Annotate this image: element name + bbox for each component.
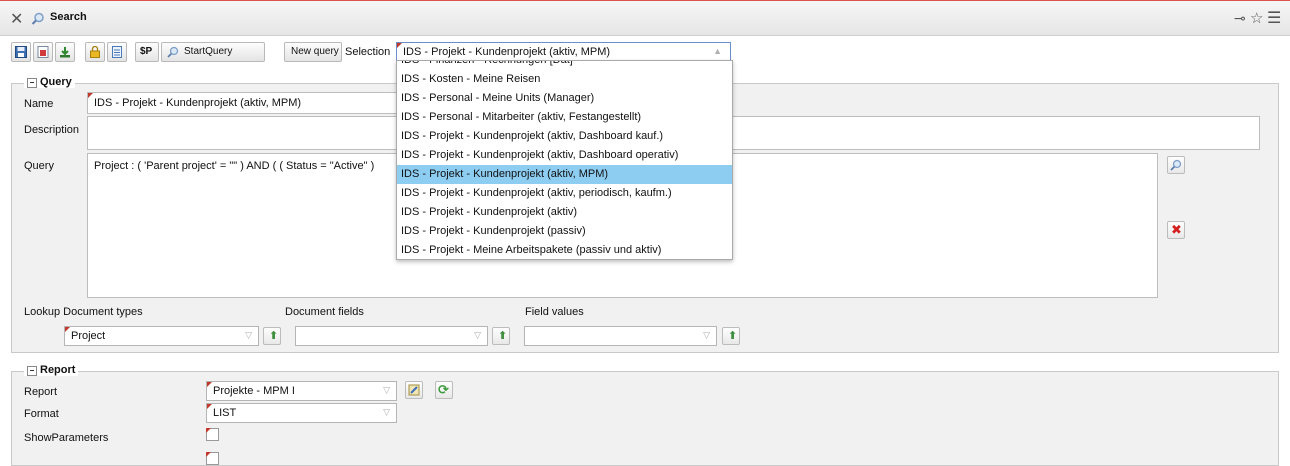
format-label: Format — [24, 408, 59, 420]
chevron-down-icon[interactable]: ▽ — [245, 330, 252, 341]
dropdown-item[interactable]: IDS - Projekt - Kundenprojekt (aktiv) — [397, 203, 732, 222]
arrow-up-icon: ⬆ — [269, 330, 279, 342]
next-checkbox[interactable] — [206, 452, 219, 465]
collapse-icon[interactable]: − — [27, 366, 37, 376]
field-values-combo[interactable]: ▽ — [524, 326, 717, 346]
chevron-down-icon[interactable]: ▽ — [383, 385, 390, 396]
dropdown-item[interactable]: IDS - Projekt - Kundenprojekt (aktiv, Da… — [397, 127, 732, 146]
query-legend[interactable]: − Query — [24, 76, 75, 88]
arrow-up-icon: ⬆ — [728, 330, 738, 342]
document-fields-combo[interactable]: ▽ — [295, 326, 488, 346]
report-panel — [11, 371, 1279, 466]
window-titlebar: ✕ Search ⊸ ☆ ☰ — [0, 1, 1290, 36]
dropdown-item[interactable]: IDS - Finanzen - Rechnungen [Dat] — [397, 61, 732, 70]
required-marker — [206, 452, 211, 457]
document-type-value: Project — [71, 330, 106, 342]
field-values-label: Field values — [525, 306, 584, 318]
close-icon: ✖ — [1171, 222, 1182, 237]
menu-icon[interactable]: ☰ — [1267, 8, 1281, 28]
selection-dropdown-list[interactable]: IDS - Finanzen - Rechnungen [Dat] IDS - K… — [396, 60, 733, 260]
report-label: Report — [24, 386, 58, 398]
search-icon — [167, 46, 179, 58]
name-value: IDS - Projekt - Kundenprojekt (aktiv, MP… — [94, 97, 302, 109]
document-icon — [112, 46, 122, 58]
format-value: LIST — [213, 407, 237, 419]
start-query-label: StartQuery — [184, 46, 233, 57]
format-combo[interactable]: LIST ▽ — [206, 403, 397, 423]
dropdown-item[interactable]: IDS - Projekt - Kundenprojekt (aktiv, pe… — [397, 184, 732, 203]
report-refresh-button[interactable]: ⟳ — [435, 381, 453, 399]
parameters-button[interactable]: $P — [135, 42, 159, 62]
chevron-up-icon[interactable]: ▲ — [713, 46, 722, 56]
parameters-label: $P — [140, 46, 153, 57]
chevron-down-icon[interactable]: ▽ — [474, 330, 481, 341]
delete-query-button[interactable] — [33, 42, 53, 62]
query-search-button[interactable] — [1167, 156, 1185, 174]
close-icon[interactable]: ✕ — [10, 9, 23, 29]
star-icon[interactable]: ☆ — [1250, 9, 1263, 27]
document-fields-label: Document fields — [285, 306, 364, 318]
selection-combo[interactable]: IDS - Projekt - Kundenprojekt (aktiv, MP… — [396, 42, 731, 62]
new-query-button[interactable]: New query — [284, 42, 342, 62]
dropdown-item[interactable]: IDS - Kosten - Meine Reisen — [397, 70, 732, 89]
required-marker — [207, 404, 212, 409]
report-legend-label: Report — [40, 364, 76, 376]
required-marker — [88, 93, 93, 98]
lock-button[interactable] — [85, 42, 105, 62]
show-parameters-label: ShowParameters — [24, 432, 109, 444]
report-edit-button[interactable] — [405, 381, 423, 399]
dropdown-item[interactable]: IDS - Projekt - Kundenprojekt (aktiv, Da… — [397, 146, 732, 165]
document-type-combo[interactable]: Project ▽ — [64, 326, 259, 346]
delete-document-icon — [37, 46, 49, 58]
selection-value: IDS - Projekt - Kundenprojekt (aktiv, MP… — [403, 46, 611, 58]
chevron-down-icon[interactable]: ▽ — [703, 330, 710, 341]
required-marker — [397, 43, 402, 48]
pin-icon[interactable]: ⊸ — [1234, 10, 1246, 27]
search-icon — [1170, 159, 1182, 171]
description-label: Description — [24, 124, 80, 136]
lock-icon — [90, 46, 100, 58]
collapse-icon[interactable]: − — [27, 78, 37, 88]
show-parameters-checkbox[interactable] — [206, 428, 219, 441]
required-marker — [65, 327, 70, 332]
field-values-confirm-button[interactable]: ⬆ — [722, 327, 740, 345]
start-query-button[interactable]: StartQuery — [161, 42, 265, 62]
lookup-document-types-label: Lookup Document types — [24, 306, 143, 318]
report-combo[interactable]: Projekte - MPM I ▽ — [206, 381, 397, 401]
arrow-up-icon: ⬆ — [498, 330, 508, 342]
download-icon — [60, 47, 70, 58]
required-marker — [206, 428, 211, 433]
save-button[interactable] — [11, 42, 31, 62]
report-value: Projekte - MPM I — [213, 385, 295, 397]
query-label: Query — [24, 160, 54, 172]
clear-query-button[interactable]: ✖ — [1167, 221, 1185, 239]
name-input[interactable]: IDS - Projekt - Kundenprojekt (aktiv, MP… — [87, 92, 399, 114]
floppy-disk-icon — [15, 46, 27, 58]
refresh-icon: ⟳ — [438, 382, 449, 397]
edit-report-icon — [408, 384, 420, 396]
selection-label: Selection — [345, 46, 391, 58]
dropdown-item[interactable]: IDS - Projekt - Kundenprojekt (passiv) — [397, 222, 732, 241]
new-query-label: New query — [291, 46, 339, 57]
document-fields-confirm-button[interactable]: ⬆ — [492, 327, 510, 345]
report-legend[interactable]: − Report — [24, 364, 79, 376]
document-type-confirm-button[interactable]: ⬆ — [263, 327, 281, 345]
document-button[interactable] — [107, 42, 127, 62]
query-legend-label: Query — [40, 76, 72, 88]
dropdown-item[interactable]: IDS - Projekt - Kundenprojekt (aktiv, MP… — [397, 165, 732, 184]
chevron-down-icon[interactable]: ▽ — [383, 407, 390, 418]
required-marker — [207, 382, 212, 387]
window-title: Search — [50, 11, 87, 23]
dropdown-item[interactable]: IDS - Personal - Meine Units (Manager) — [397, 89, 732, 108]
dropdown-item[interactable]: IDS - Personal - Mitarbeiter (aktiv, Fes… — [397, 108, 732, 127]
name-label: Name — [24, 98, 54, 110]
download-button[interactable] — [55, 42, 75, 62]
dropdown-item[interactable]: IDS - Projekt - Meine Arbeitspakete (pas… — [397, 241, 732, 259]
query-value: Project : ( 'Parent project' = "" ) AND … — [94, 160, 375, 172]
search-icon — [31, 12, 44, 25]
